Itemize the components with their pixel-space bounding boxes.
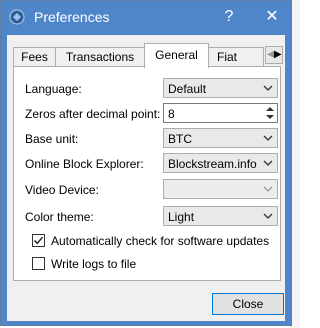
base-unit-value: BTC	[168, 132, 192, 146]
color-theme-label: Color theme:	[25, 210, 94, 224]
checkmark-icon	[33, 236, 44, 245]
explorer-value: Blockstream.info	[168, 157, 257, 171]
chevron-down-icon	[263, 186, 273, 192]
base-unit-label: Base unit:	[25, 132, 79, 146]
preferences-dialog: Preferences ? ✕ Fees Transactions Genera…	[0, 0, 292, 326]
tab-scroll-right-icon[interactable]: ▶	[274, 49, 282, 61]
dialog-body: Fees Transactions General Fiat ◀ ▶ Langu…	[7, 35, 285, 321]
spin-down-icon[interactable]	[264, 113, 276, 121]
color-theme-combo[interactable]: Light	[163, 206, 278, 226]
base-unit-combo[interactable]: BTC	[163, 128, 278, 148]
write-logs-checkbox[interactable]	[32, 257, 45, 270]
video-device-combo[interactable]	[163, 179, 278, 199]
language-value: Default	[168, 82, 207, 96]
chevron-down-icon	[263, 135, 273, 141]
language-label: Language:	[25, 82, 82, 96]
zeros-label: Zeros after decimal point:	[25, 107, 161, 121]
window-close-button[interactable]: ✕	[261, 7, 283, 27]
video-device-label: Video Device:	[25, 183, 99, 197]
zeros-value: 8	[168, 107, 175, 121]
tab-fiat[interactable]: Fiat	[208, 47, 264, 67]
auto-update-label[interactable]: Automatically check for software updates	[51, 234, 269, 248]
electrum-app-icon	[9, 9, 25, 25]
general-settings-panel: Language: Default Zeros after decimal po…	[13, 66, 281, 281]
color-theme-value: Light	[168, 210, 195, 224]
spin-up-icon[interactable]	[264, 105, 276, 113]
chevron-down-icon	[263, 160, 273, 166]
write-logs-label[interactable]: Write logs to file	[51, 257, 136, 271]
close-button[interactable]: Close	[212, 293, 284, 315]
tab-scroll-buttons[interactable]: ◀ ▶	[265, 46, 283, 64]
explorer-combo[interactable]: Blockstream.info	[163, 153, 278, 173]
close-button-label: Close	[232, 297, 264, 311]
tab-fees[interactable]: Fees	[13, 47, 56, 67]
chevron-down-icon	[263, 85, 273, 91]
auto-update-checkbox[interactable]	[32, 234, 45, 247]
chevron-down-icon	[263, 213, 273, 219]
tab-transactions[interactable]: Transactions	[55, 47, 145, 67]
window-title: Preferences	[34, 9, 110, 25]
tab-bar: Fees Transactions General Fiat ◀ ▶	[13, 43, 283, 68]
tab-general[interactable]: General	[144, 43, 209, 68]
explorer-label: Online Block Explorer:	[25, 157, 144, 171]
language-combo[interactable]: Default	[163, 78, 278, 98]
title-bar[interactable]: Preferences ? ✕	[1, 1, 291, 35]
zeros-spinbox[interactable]: 8	[163, 103, 278, 123]
help-button[interactable]: ?	[219, 7, 239, 27]
